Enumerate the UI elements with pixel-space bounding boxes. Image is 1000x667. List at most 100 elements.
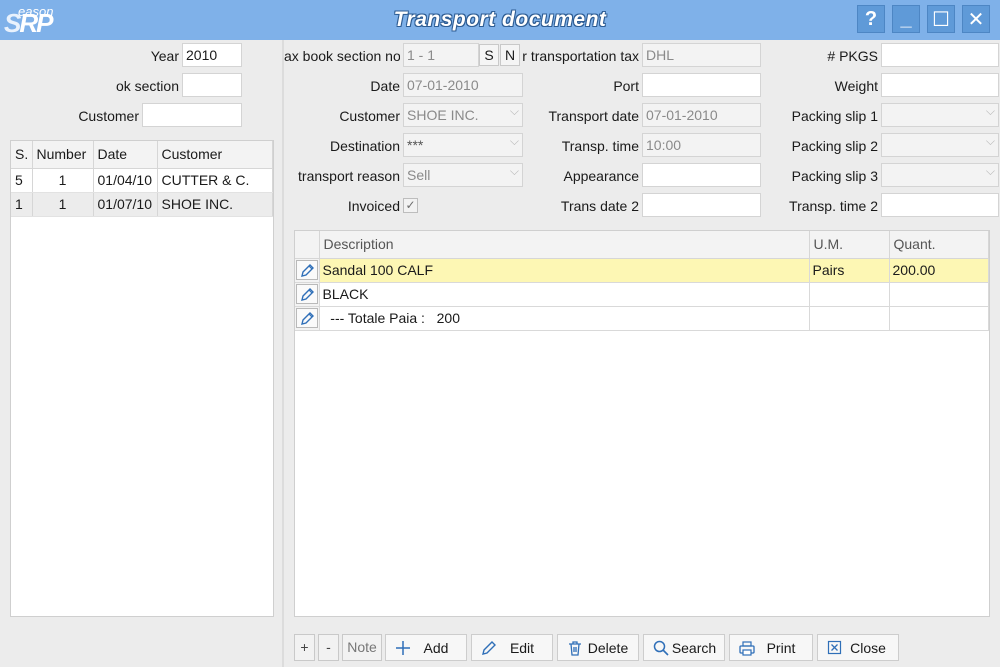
appearance-label: Appearance [563,168,639,184]
s-button[interactable]: S [479,44,499,66]
edit-button-label: Edit [509,639,535,656]
trans-date2-input[interactable] [642,193,761,217]
help-button[interactable]: ? [857,5,885,33]
invoiced-label: Invoiced [347,198,400,214]
cell-um: Pairs [809,258,890,283]
port-input[interactable] [642,73,761,97]
close-doc-button-label: Close [850,639,886,656]
window-title: Transport document [393,8,607,31]
cell-description: BLACK [319,282,810,307]
pkgs-label: # PKGS [827,48,878,64]
cell-s: 5 [11,168,33,193]
table-row[interactable]: BLACK [295,282,989,307]
print-button[interactable]: Print [729,634,813,661]
close-doc-button[interactable]: Close [817,634,899,661]
title-bar: eason SRP Transport document ? _ ☐ ✕ [0,0,1000,40]
items-grid: Description U.M. Quant. Sandal 100 CALF … [294,230,990,617]
table-row[interactable]: --- Totale Paia : 200 [295,306,989,331]
col-s-header[interactable]: S. [11,141,33,169]
cell-um [809,306,890,331]
search-button[interactable]: Search [643,634,725,661]
section-input[interactable] [182,73,242,97]
cell-s: 1 [11,192,33,217]
cell-customer: CUTTER & C. [157,168,273,193]
cell-quant [889,306,989,331]
delete-button[interactable]: Delete [557,634,639,661]
port-label: Port [613,78,639,94]
transport-date-label: Transport date [548,108,639,124]
customer-select[interactable]: SHOE INC. [403,103,523,127]
transp-time2-input[interactable] [881,193,999,217]
col-description-header[interactable]: Description [319,231,810,259]
filter-customer-input[interactable] [142,103,242,127]
transp-time-label: Transp. time [561,138,639,154]
plus-button[interactable]: + [294,634,315,661]
minus-button[interactable]: - [318,634,339,661]
cell-date: 01/04/10 [93,168,158,193]
weight-label: Weight [834,78,878,94]
add-button-label: Add [423,639,449,656]
col-edit-header [295,231,320,259]
transport-tax-input[interactable]: DHL [642,43,761,67]
tax-book-label: ax book section no. [284,48,400,64]
n-button[interactable]: N [500,44,520,66]
cell-description: Sandal 100 CALF [319,258,810,283]
date-input[interactable]: 07-01-2010 [403,73,523,97]
search-button-label: Search [671,639,717,656]
col-number-header[interactable]: Number [32,141,94,169]
pencil-icon[interactable] [295,284,318,304]
edit-button[interactable]: Edit [471,634,553,661]
section-label: ok section [115,78,179,94]
tax-book-input[interactable]: 1 - 1 [403,43,479,67]
panel-divider[interactable] [282,40,284,667]
print-button-label: Print [766,639,796,656]
date-label: Date [370,78,400,94]
destination-select[interactable]: *** [403,133,523,157]
trans-date2-label: Trans date 2 [560,198,639,214]
cell-customer: SHOE INC. [157,192,273,217]
close-button[interactable]: ✕ [962,5,990,33]
table-row[interactable]: 1 1 01/07/10 SHOE INC. [11,192,273,217]
document-list: S. Number Date Customer 5 1 01/04/10 CUT… [10,140,274,617]
appearance-input[interactable] [642,163,761,187]
transport-date-input[interactable]: 07-01-2010 [642,103,761,127]
year-label: Year [150,48,179,64]
packing-slip3-label: Packing slip 3 [791,168,878,184]
customer-label: Customer [339,108,400,124]
transp-time2-label: Transp. time 2 [789,198,878,214]
col-date-header[interactable]: Date [93,141,158,169]
reason-label: transport reason [298,168,400,184]
year-input[interactable]: 2010 [182,43,242,67]
maximize-button[interactable]: ☐ [927,5,955,33]
note-button[interactable]: Note [342,634,382,661]
reason-select[interactable]: Sell [403,163,523,187]
cell-description: --- Totale Paia : 200 [319,306,810,331]
transp-time-input[interactable]: 10:00 [642,133,761,157]
filter-customer-label: Customer [78,108,139,124]
delete-button-label: Delete [587,639,629,656]
destination-label: Destination [329,138,400,154]
pkgs-input[interactable] [881,43,999,67]
table-row[interactable]: 5 1 01/04/10 CUTTER & C. [11,168,273,193]
weight-input[interactable] [881,73,999,97]
cell-number: 1 [32,168,94,193]
pencil-icon[interactable] [295,260,318,280]
col-customer-header[interactable]: Customer [157,141,273,169]
minimize-button[interactable]: _ [892,5,920,33]
table-row[interactable]: Sandal 100 CALF Pairs 200.00 [295,258,989,283]
col-quant-header[interactable]: Quant. [889,231,989,259]
cell-quant: 200.00 [889,258,989,283]
packing-slip2-label: Packing slip 2 [791,138,878,154]
cell-number: 1 [32,192,94,217]
packing-slip2-select[interactable] [881,133,999,157]
packing-slip1-label: Packing slip 1 [791,108,878,124]
add-button[interactable]: Add [385,634,467,661]
cell-um [809,282,890,307]
cell-date: 01/07/10 [93,192,158,217]
invoiced-checkbox[interactable]: ✓ [403,198,418,213]
packing-slip1-select[interactable] [881,103,999,127]
col-um-header[interactable]: U.M. [809,231,890,259]
pencil-icon[interactable] [295,308,318,328]
transport-tax-label: r transportation tax [522,48,639,64]
packing-slip3-select[interactable] [881,163,999,187]
